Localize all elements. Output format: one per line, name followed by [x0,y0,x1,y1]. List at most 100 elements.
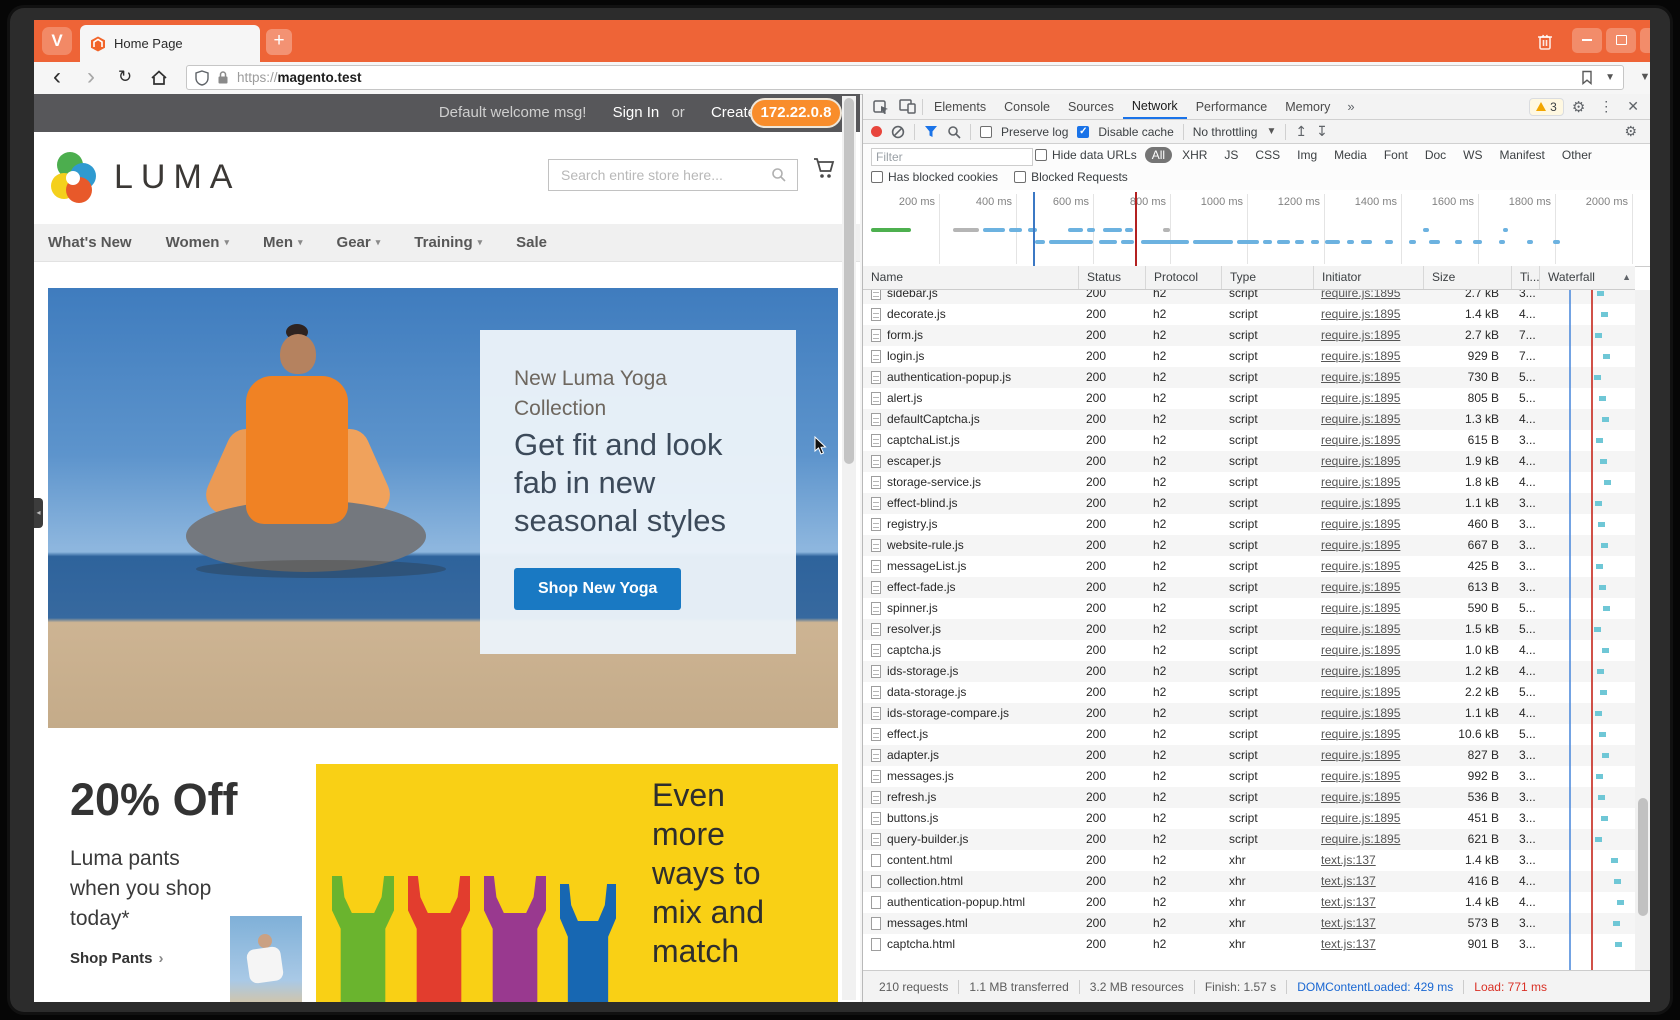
request-initiator-link[interactable]: require.js:1895 [1321,412,1400,426]
request-row[interactable]: captcha.js200h2scriptrequire.js:18951.0 … [863,640,1635,661]
filter-type-other[interactable]: Other [1560,147,1594,163]
search-input[interactable] [559,166,771,184]
request-initiator-link[interactable]: require.js:1895 [1321,517,1400,531]
request-initiator-link[interactable]: require.js:1895 [1321,580,1400,594]
request-initiator-link[interactable]: text.js:137 [1321,916,1376,930]
new-tab-button[interactable]: + [266,29,292,55]
request-initiator-link[interactable]: require.js:1895 [1321,664,1400,678]
devtools-tab-performance[interactable]: Performance [1187,95,1277,119]
search-icon[interactable] [771,167,787,183]
request-row[interactable]: escaper.js200h2scriptrequire.js:18951.9 … [863,451,1635,472]
request-row[interactable]: alert.js200h2scriptrequire.js:1895805 B5… [863,388,1635,409]
import-har-icon[interactable]: ↥ [1295,123,1307,140]
shop-new-yoga-button[interactable]: Shop New Yoga [514,568,681,610]
request-row[interactable]: query-builder.js200h2scriptrequire.js:18… [863,829,1635,850]
tab-home-page[interactable]: Home Page [80,25,260,62]
url-bar[interactable]: https://magento.test ▼ [186,65,1624,90]
request-initiator-link[interactable]: require.js:1895 [1321,307,1400,321]
request-row[interactable]: effect-fade.js200h2scriptrequire.js:1895… [863,577,1635,598]
filter-type-img[interactable]: Img [1295,147,1319,163]
request-row[interactable]: messages.js200h2scriptrequire.js:1895992… [863,766,1635,787]
promo-mix-match-card[interactable]: Even more ways to mix and match [316,764,838,1002]
request-initiator-link[interactable]: require.js:1895 [1321,748,1400,762]
vivaldi-panel-toggle[interactable]: ◂ [34,498,43,528]
request-initiator-link[interactable]: require.js:1895 [1321,832,1400,846]
page-scrollbar-thumb[interactable] [844,98,854,464]
shield-icon[interactable] [195,70,209,86]
nav-item-what-s-new[interactable]: What's New [48,234,132,251]
request-row[interactable]: resolver.js200h2scriptrequire.js:18951.5… [863,619,1635,640]
column-header-initiator[interactable]: Initiator [1313,266,1423,289]
inspect-element-icon[interactable] [873,99,889,114]
filter-type-doc[interactable]: Doc [1423,147,1448,163]
request-row[interactable]: decorate.js200h2scriptrequire.js:18951.4… [863,304,1635,325]
request-initiator-link[interactable]: require.js:1895 [1321,643,1400,657]
request-row[interactable]: buttons.js200h2scriptrequire.js:1895451 … [863,808,1635,829]
request-initiator-link[interactable]: require.js:1895 [1321,370,1400,384]
request-row[interactable]: storage-service.js200h2scriptrequire.js:… [863,472,1635,493]
request-row[interactable]: ids-storage-compare.js200h2scriptrequire… [863,703,1635,724]
filter-type-manifest[interactable]: Manifest [1498,147,1547,163]
disable-cache-checkbox[interactable]: ✓ [1077,126,1089,138]
preserve-log-checkbox[interactable] [980,126,992,138]
request-initiator-link[interactable]: require.js:1895 [1321,811,1400,825]
more-tabs-icon[interactable]: » [1341,99,1360,114]
request-row[interactable]: captchaList.js200h2scriptrequire.js:1895… [863,430,1635,451]
forward-button[interactable]: › [76,62,106,94]
devtools-tab-console[interactable]: Console [995,95,1059,119]
device-toolbar-icon[interactable] [899,99,916,114]
request-initiator-link[interactable]: require.js:1895 [1321,496,1400,510]
request-initiator-link[interactable]: require.js:1895 [1321,290,1400,300]
request-row[interactable]: login.js200h2scriptrequire.js:1895929 B7… [863,346,1635,367]
minimize-button[interactable] [1572,28,1602,53]
has-blocked-cookies-checkbox[interactable] [871,171,883,183]
request-initiator-link[interactable]: require.js:1895 [1321,790,1400,804]
filter-type-css[interactable]: CSS [1253,147,1282,163]
request-row[interactable]: adapter.js200h2scriptrequire.js:1895827 … [863,745,1635,766]
nav-item-training[interactable]: Training▾ [414,234,482,251]
request-initiator-link[interactable]: require.js:1895 [1321,433,1400,447]
nav-item-men[interactable]: Men▾ [263,234,303,251]
export-har-icon[interactable]: ↧ [1316,123,1328,140]
column-header-size[interactable]: Size [1423,266,1511,289]
request-initiator-link[interactable]: require.js:1895 [1321,727,1400,741]
issues-warning-badge[interactable]: 3 [1529,98,1564,116]
throttling-dropdown-icon[interactable]: ▼ [1266,126,1276,137]
request-initiator-link[interactable]: require.js:1895 [1321,328,1400,342]
devtools-kebab-menu-icon[interactable]: ⋮ [1593,98,1619,115]
devtools-scrollbar[interactable] [1635,290,1650,970]
nav-item-women[interactable]: Women▾ [166,234,229,251]
search-box[interactable] [548,159,798,191]
filter-type-xhr[interactable]: XHR [1180,147,1209,163]
request-row[interactable]: collection.html200h2xhrtext.js:137416 B4… [863,871,1635,892]
devtools-tab-sources[interactable]: Sources [1059,95,1123,119]
request-row[interactable]: ids-storage.js200h2scriptrequire.js:1895… [863,661,1635,682]
request-initiator-link[interactable]: text.js:137 [1321,874,1376,888]
shop-pants-link[interactable]: Shop Pants› [70,950,164,967]
network-filter-input[interactable] [871,148,1033,166]
devtools-close-icon[interactable]: ✕ [1621,98,1645,115]
request-initiator-link[interactable]: require.js:1895 [1321,349,1400,363]
request-row[interactable]: registry.js200h2scriptrequire.js:1895460… [863,514,1635,535]
request-row[interactable]: data-storage.js200h2scriptrequire.js:189… [863,682,1635,703]
request-row[interactable]: messageList.js200h2scriptrequire.js:1895… [863,556,1635,577]
devtools-scrollbar-thumb[interactable] [1638,798,1648,916]
luma-logo[interactable]: LUMA [48,150,240,204]
request-row[interactable]: messages.html200h2xhrtext.js:137573 B3..… [863,913,1635,934]
filter-type-font[interactable]: Font [1382,147,1410,163]
request-initiator-link[interactable]: require.js:1895 [1321,475,1400,489]
bookmark-icon[interactable] [1581,70,1593,85]
request-row[interactable]: form.js200h2scriptrequire.js:18952.7 kB7… [863,325,1635,346]
column-header-type[interactable]: Type [1221,266,1313,289]
request-initiator-link[interactable]: require.js:1895 [1321,769,1400,783]
request-row[interactable]: refresh.js200h2scriptrequire.js:1895536 … [863,787,1635,808]
nav-item-gear[interactable]: Gear▾ [337,234,381,251]
hide-data-urls-checkbox[interactable] [1035,149,1047,161]
filter-type-all[interactable]: All [1145,147,1172,163]
request-initiator-link[interactable]: require.js:1895 [1321,601,1400,615]
home-button[interactable] [144,62,174,94]
column-header-waterfall[interactable]: Waterfall▲ [1539,266,1635,289]
back-button[interactable]: ‹ [42,62,72,94]
maximize-button[interactable] [1606,28,1636,53]
request-row[interactable]: sidebar.js200h2scriptrequire.js:18952.7 … [863,290,1635,304]
